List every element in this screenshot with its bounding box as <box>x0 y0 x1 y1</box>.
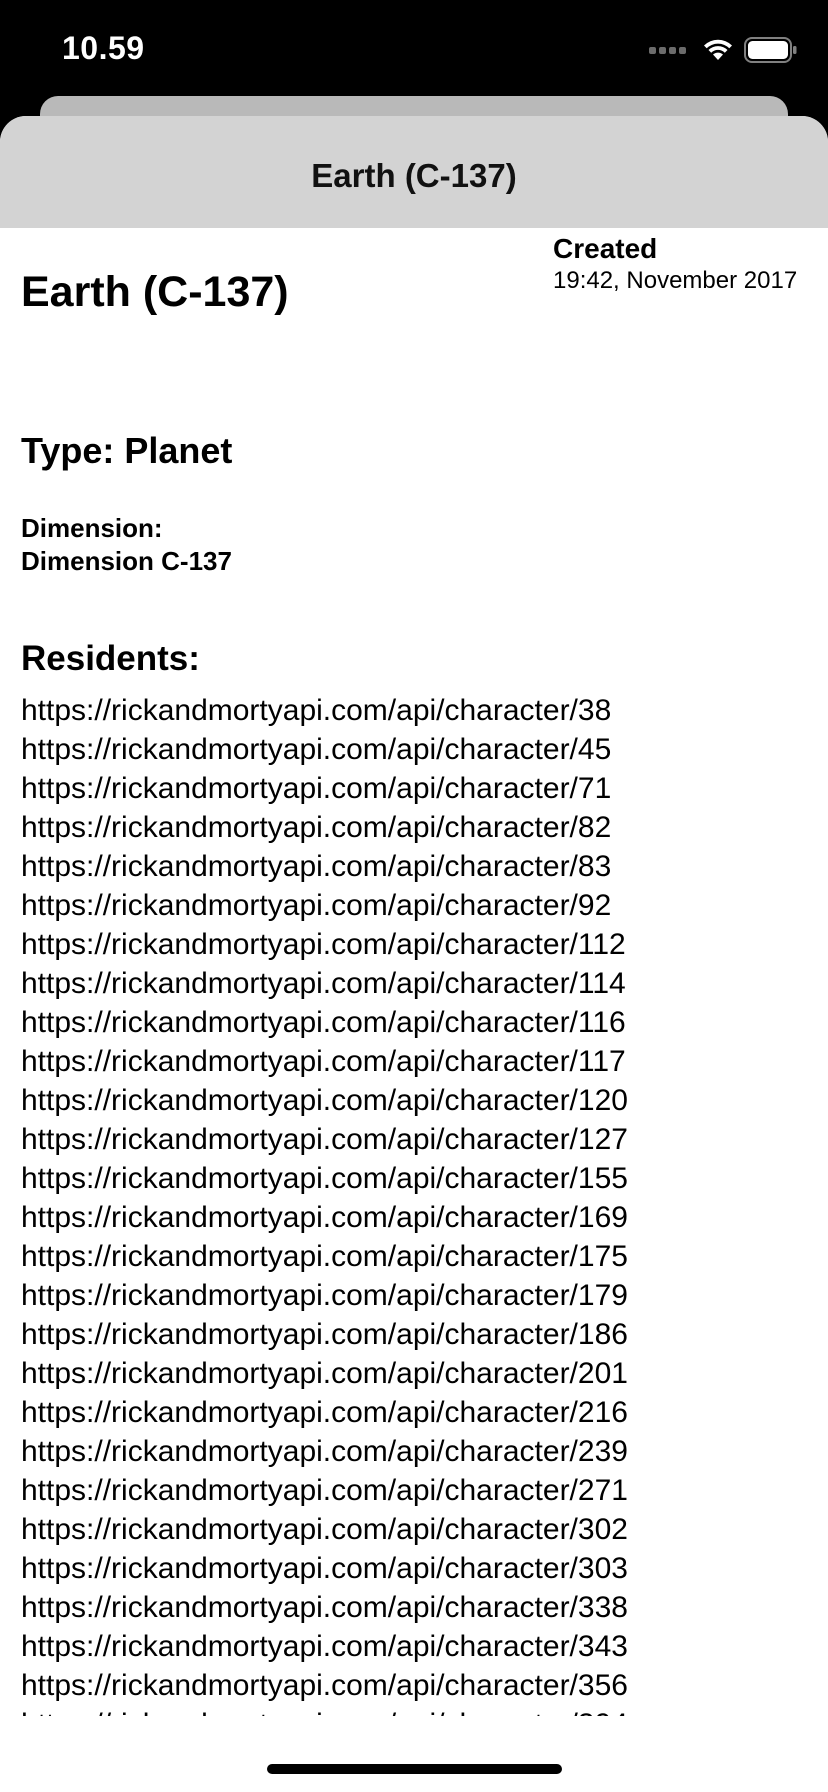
resident-link[interactable]: https://rickandmortyapi.com/api/characte… <box>21 1198 821 1237</box>
resident-link[interactable]: https://rickandmortyapi.com/api/characte… <box>21 1003 821 1042</box>
created-label: Created <box>553 233 658 264</box>
resident-link[interactable]: https://rickandmortyapi.com/api/characte… <box>21 925 821 964</box>
resident-link[interactable]: https://rickandmortyapi.com/api/characte… <box>21 1510 821 1549</box>
resident-link[interactable]: https://rickandmortyapi.com/api/characte… <box>21 1471 821 1510</box>
resident-link[interactable]: https://rickandmortyapi.com/api/characte… <box>21 1315 821 1354</box>
status-icons <box>649 36 798 64</box>
resident-link[interactable]: https://rickandmortyapi.com/api/characte… <box>21 808 821 847</box>
navigation-bar: Earth (C-137) <box>0 116 828 228</box>
resident-link[interactable]: https://rickandmortyapi.com/api/characte… <box>21 1237 821 1276</box>
dimension-value: Dimension C-137 <box>21 546 232 576</box>
resident-link[interactable]: https://rickandmortyapi.com/api/characte… <box>21 1393 821 1432</box>
resident-link[interactable]: https://rickandmortyapi.com/api/characte… <box>21 1159 821 1198</box>
battery-icon <box>744 37 797 63</box>
cellular-signal-icon <box>649 46 686 54</box>
created-value: 19:42, November 2017 <box>553 267 798 294</box>
resident-link[interactable]: https://rickandmortyapi.com/api/characte… <box>21 1042 821 1081</box>
dimension-label: Dimension: <box>21 513 163 543</box>
resident-link[interactable]: https://rickandmortyapi.com/api/characte… <box>21 1666 821 1705</box>
resident-link[interactable]: https://rickandmortyapi.com/api/characte… <box>21 769 821 808</box>
resident-link[interactable]: https://rickandmortyapi.com/api/characte… <box>21 1549 821 1588</box>
resident-link[interactable]: https://rickandmortyapi.com/api/characte… <box>21 691 821 730</box>
resident-link[interactable]: https://rickandmortyapi.com/api/characte… <box>21 1432 821 1471</box>
resident-link[interactable]: https://rickandmortyapi.com/api/characte… <box>21 964 821 1003</box>
wifi-icon <box>704 39 732 60</box>
resident-link[interactable]: https://rickandmortyapi.com/api/characte… <box>21 886 821 925</box>
resident-link[interactable]: https://rickandmortyapi.com/api/characte… <box>21 1276 821 1315</box>
dimension-info: Dimension: Dimension C-137 <box>21 512 232 578</box>
created-info: Created 19:42, November 2017 <box>553 232 797 296</box>
resident-link[interactable]: https://rickandmortyapi.com/api/characte… <box>21 847 821 886</box>
resident-link[interactable]: https://rickandmortyapi.com/api/characte… <box>21 1705 821 1716</box>
nav-title: Earth (C-137) <box>311 157 517 194</box>
home-indicator[interactable] <box>267 1764 562 1774</box>
residents-list[interactable]: https://rickandmortyapi.com/api/characte… <box>21 691 821 1716</box>
location-name: Earth (C-137) <box>21 268 289 316</box>
resident-link[interactable]: https://rickandmortyapi.com/api/characte… <box>21 1354 821 1393</box>
resident-link[interactable]: https://rickandmortyapi.com/api/characte… <box>21 1627 821 1666</box>
resident-link[interactable]: https://rickandmortyapi.com/api/characte… <box>21 730 821 769</box>
status-time: 10.59 <box>62 30 145 66</box>
bottom-safe-area <box>0 1716 828 1792</box>
residents-heading: Residents: <box>21 639 200 678</box>
status-bar: 10.59 <box>0 0 828 100</box>
resident-link[interactable]: https://rickandmortyapi.com/api/characte… <box>21 1120 821 1159</box>
resident-link[interactable]: https://rickandmortyapi.com/api/characte… <box>21 1081 821 1120</box>
location-type: Type: Planet <box>21 430 233 471</box>
resident-link[interactable]: https://rickandmortyapi.com/api/characte… <box>21 1588 821 1627</box>
